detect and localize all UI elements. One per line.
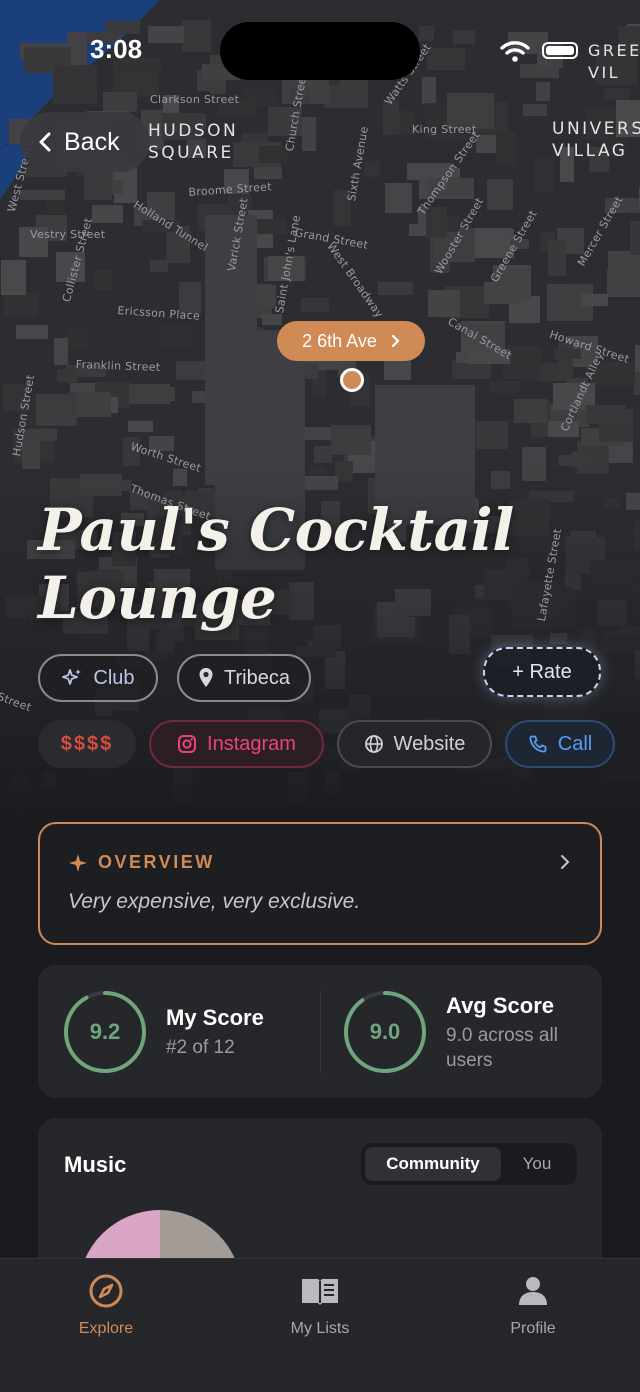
neighborhood-label-hudson-square: HUDSON SQUARE xyxy=(148,121,239,163)
neighborhood-chip-label: Tribeca xyxy=(224,666,290,689)
call-label: Call xyxy=(557,732,593,755)
location-pin-dot xyxy=(340,368,364,392)
venue-title: Paul's Cocktail Lounge xyxy=(38,496,514,632)
street-label: Vestry Street xyxy=(30,228,106,241)
pin-address: 2 6th Ave xyxy=(302,330,377,351)
book-icon xyxy=(302,1279,338,1305)
overview-text: Very expensive, very exclusive. xyxy=(68,890,361,913)
website-button[interactable]: Website xyxy=(337,720,492,768)
website-label: Website xyxy=(393,732,466,755)
neighborhood-chip[interactable]: Tribeca xyxy=(177,654,311,702)
segment-community[interactable]: Community xyxy=(365,1147,501,1181)
map-pin-icon xyxy=(199,668,213,687)
price-chip: $$$$ xyxy=(38,720,136,768)
street-label: King Street xyxy=(412,123,477,136)
battery-icon xyxy=(542,42,578,59)
avg-score-subtitle: 9.0 across all users xyxy=(446,1025,558,1071)
status-time: 3:08 xyxy=(90,34,143,64)
phone-icon xyxy=(529,735,547,753)
tab-explore[interactable]: Explore xyxy=(36,1273,176,1338)
avg-score-title: Avg Score xyxy=(446,993,555,1018)
tab-explore-label: Explore xyxy=(78,1320,134,1337)
category-chip[interactable]: Club xyxy=(38,654,158,702)
globe-icon xyxy=(364,735,383,753)
chevron-right-icon xyxy=(561,855,570,869)
my-score-rank: #2 of 12 xyxy=(166,1037,235,1058)
tab-profile[interactable]: Profile xyxy=(463,1273,603,1338)
dynamic-island xyxy=(220,22,420,80)
sparkle-icon xyxy=(69,853,87,872)
my-score-title: My Score xyxy=(166,1005,264,1030)
neighborhood-label-university-village: UNIVERS VILLAG xyxy=(552,119,640,161)
score-divider xyxy=(320,991,321,1073)
chevron-right-icon xyxy=(391,334,400,348)
overview-card[interactable]: OVERVIEW Very expensive, very exclusive. xyxy=(38,822,602,945)
overview-heading: OVERVIEW xyxy=(98,852,215,872)
tab-my-lists[interactable]: My Lists xyxy=(250,1273,390,1338)
chevron-left-icon xyxy=(39,132,51,152)
music-title: Music xyxy=(64,1152,127,1177)
score-card: 9.2 My Score #2 of 12 9.0 Avg Score 9.0 … xyxy=(38,965,602,1098)
neighborhood-label-greenwich-village: GREE VIL xyxy=(588,41,640,82)
avg-score-value: 9.0 xyxy=(369,1019,401,1044)
street-label: Clarkson Street xyxy=(150,93,240,106)
instagram-button[interactable]: Instagram xyxy=(149,720,324,768)
back-label: Back xyxy=(64,127,120,156)
location-pin-label[interactable]: 2 6th Ave xyxy=(277,321,425,361)
tab-profile-label: Profile xyxy=(510,1320,556,1337)
map-view[interactable]: Vestry Street Broome Street Holland Tunnel… xyxy=(0,0,640,830)
segment-you[interactable]: You xyxy=(501,1147,573,1181)
call-button[interactable]: Call xyxy=(505,720,615,768)
wifi-icon xyxy=(500,41,530,62)
back-button[interactable]: Back xyxy=(20,112,150,172)
rate-button[interactable]: + Rate xyxy=(483,647,601,697)
person-icon xyxy=(519,1277,547,1305)
instagram-icon xyxy=(178,735,197,753)
compass-icon xyxy=(89,1274,123,1308)
rate-label: + Rate xyxy=(512,660,572,683)
my-score-value: 9.2 xyxy=(89,1019,121,1044)
category-label: Club xyxy=(93,666,135,689)
instagram-label: Instagram xyxy=(207,732,296,755)
sparkles-icon xyxy=(62,669,82,685)
music-segmented-control[interactable]: Community You xyxy=(361,1143,577,1185)
tab-my-lists-label: My Lists xyxy=(290,1320,350,1337)
tab-bar: Explore My Lists Profile xyxy=(0,1258,640,1392)
